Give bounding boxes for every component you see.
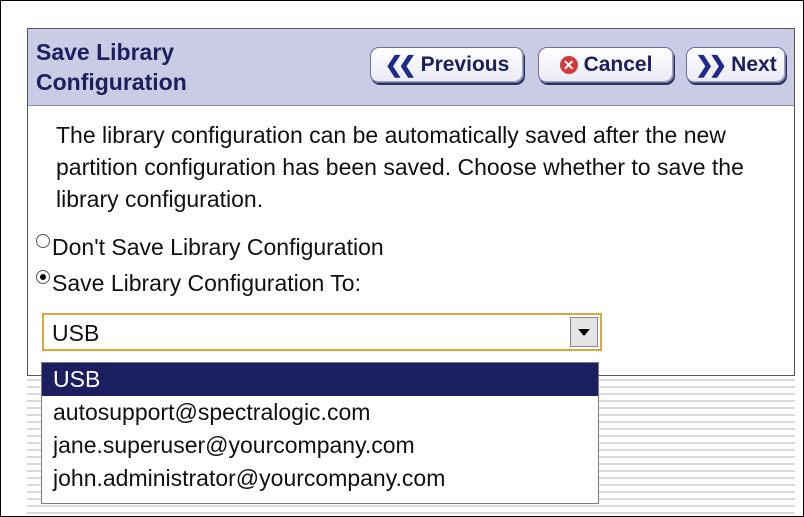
destination-select-value: USB (52, 320, 100, 346)
radio-save-to[interactable]: Save Library Configuration To: (36, 268, 361, 298)
dropdown-arrow-icon[interactable] (570, 317, 598, 347)
radio-dont-save-label: Don't Save Library Configuration (52, 233, 384, 260)
save-library-config-panel: Save Library Configuration ❮❮ Previous ✕… (27, 28, 795, 376)
panel-header: Save Library Configuration ❮❮ Previous ✕… (28, 29, 794, 106)
dropdown-option-jane[interactable]: jane.superuser@yourcompany.com (42, 429, 598, 462)
destination-dropdown-list: USB autosupport@spectralogic.com jane.su… (41, 362, 599, 504)
radio-save-to-label: Save Library Configuration To: (52, 269, 361, 296)
dropdown-option-usb[interactable]: USB (42, 363, 598, 396)
cancel-x-icon: ✕ (559, 56, 578, 74)
page-title: Save Library Configuration (36, 39, 187, 95)
radio-button-unchecked-icon[interactable] (36, 234, 50, 248)
cancel-button[interactable]: ✕ Cancel (538, 47, 674, 83)
double-chevron-left-icon: ❮❮ (384, 52, 417, 77)
radio-button-checked-icon[interactable] (36, 270, 50, 284)
double-chevron-right-icon: ❯❯ (695, 52, 727, 77)
dropdown-option-autosupport[interactable]: autosupport@spectralogic.com (42, 396, 598, 429)
destination-select[interactable]: USB (42, 313, 602, 351)
previous-button-label: Previous (420, 53, 510, 76)
previous-button[interactable]: ❮❮ Previous (370, 47, 524, 83)
next-button-label: Next (731, 53, 777, 76)
radio-dont-save[interactable]: Don't Save Library Configuration (36, 232, 384, 262)
next-button[interactable]: ❯❯ Next (686, 47, 786, 83)
description-text: The library configuration can be automat… (56, 122, 744, 212)
cancel-button-label: Cancel (583, 53, 653, 76)
dropdown-option-john[interactable]: john.administrator@yourcompany.com (42, 462, 598, 495)
